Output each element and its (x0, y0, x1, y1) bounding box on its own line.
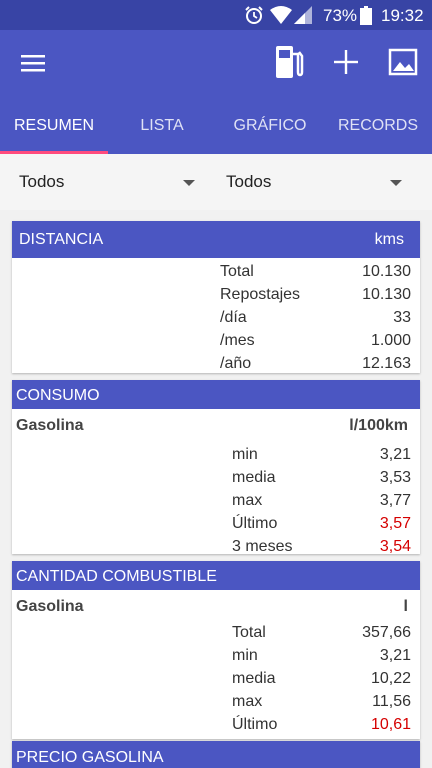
period-filter-value: Todos (226, 172, 272, 191)
card-title: DISTANCIA (19, 231, 104, 248)
stat-label: media (232, 469, 276, 486)
stat-row: /día 33 (12, 307, 420, 330)
signal-icon (294, 6, 312, 24)
stat-label: media (232, 670, 276, 687)
stat-label: Total (232, 624, 266, 641)
stat-label: /mes (220, 332, 255, 349)
stat-row: Repostajes 10.130 (12, 284, 420, 307)
filter-bar: Todos Todos (0, 154, 432, 210)
stat-value: 3,57 (379, 515, 411, 532)
stat-row: max 3,77 (12, 490, 420, 513)
stat-label: /día (220, 309, 247, 326)
add-icon[interactable] (332, 48, 360, 76)
card-unit: kms (374, 231, 404, 248)
period-filter-dropdown[interactable]: Todos (226, 154, 406, 210)
fuel-quantity-card: CANTIDAD COMBUSTIBLE Gasolina l Total 357… (12, 561, 420, 739)
stat-value: 12.163 (362, 355, 411, 372)
fuel-price-card: PRECIO GASOLINA (12, 741, 420, 768)
stat-row: /año 12.163 (12, 353, 420, 376)
image-icon[interactable] (388, 47, 418, 77)
battery-icon (360, 6, 372, 25)
consumption-card: CONSUMO Gasolina l/100km min 3,21 media 3,… (12, 380, 420, 555)
alarm-icon (245, 6, 263, 24)
clock: 19:32 (381, 6, 424, 25)
vehicle-filter-value: Todos (19, 172, 65, 191)
stat-row: Total 357,66 (12, 622, 420, 645)
card-title: PRECIO GASOLINA (16, 749, 164, 766)
stat-row: Total 10.130 (12, 261, 420, 284)
tab-bar: RESUMEN LISTA GRÁFICO RECORDS (0, 106, 432, 154)
dropdown-arrow-icon (390, 180, 402, 186)
stat-value: 11,56 (372, 693, 411, 710)
fuel-type-row: Gasolina l (12, 590, 420, 620)
tab-records[interactable]: RECORDS (324, 106, 432, 154)
card-title: CANTIDAD COMBUSTIBLE (16, 568, 217, 585)
stat-row: 3 meses 3,54 (12, 536, 420, 559)
stat-value: 357,66 (362, 624, 411, 641)
stat-value: 10,22 (370, 670, 411, 687)
stat-value: 3,21 (379, 647, 411, 664)
fuel-type-label: Gasolina (16, 598, 84, 615)
stat-row: Último 3,57 (12, 513, 420, 536)
card-title: CONSUMO (16, 387, 100, 404)
stat-row: max 11,56 (12, 691, 420, 714)
distance-card: DISTANCIA kms Total 10.130 Repostajes 10.1… (12, 221, 420, 373)
stat-value: 1.000 (370, 332, 411, 349)
stat-label: Último (232, 716, 278, 733)
stat-value: 10.130 (362, 263, 411, 280)
card-header: DISTANCIA kms (12, 221, 420, 258)
app-bar: RESUMEN LISTA GRÁFICO RECORDS (0, 30, 432, 154)
menu-icon[interactable] (20, 50, 46, 76)
fuel-unit-label: l (403, 598, 408, 615)
stat-value: 10,61 (370, 716, 411, 733)
stat-value: 3,53 (379, 469, 411, 486)
stat-row: min 3,21 (12, 645, 420, 668)
fuel-unit-label: l/100km (349, 417, 408, 434)
fuel-type-row: Gasolina l/100km (12, 409, 420, 439)
stat-label: Último (232, 515, 278, 532)
card-header: CANTIDAD COMBUSTIBLE (12, 561, 420, 590)
stat-value: 3,54 (379, 538, 411, 555)
stat-label: Repostajes (220, 286, 301, 303)
stat-row: media 10,22 (12, 668, 420, 691)
wifi-icon (270, 6, 292, 24)
dropdown-arrow-icon (183, 180, 195, 186)
stat-row: media 3,53 (12, 467, 420, 490)
fuel-pump-icon[interactable] (274, 44, 304, 80)
stat-label: /año (220, 355, 252, 372)
stat-label: Total (220, 263, 254, 280)
status-bar: 73% 19:32 (0, 0, 432, 30)
stat-label: max (232, 693, 263, 710)
card-header: CONSUMO (12, 380, 420, 409)
stat-label: 3 meses (232, 538, 293, 555)
stat-label: max (232, 492, 263, 509)
fuel-type-label: Gasolina (16, 417, 84, 434)
vehicle-filter-dropdown[interactable]: Todos (19, 154, 199, 210)
stat-value: 3,21 (379, 446, 411, 463)
stat-row: min 3,21 (12, 444, 420, 467)
card-header: PRECIO GASOLINA (12, 741, 420, 768)
stat-value: 3,77 (379, 492, 411, 509)
battery-percentage: 73% (323, 6, 358, 25)
stat-row: Último 10,61 (12, 714, 420, 737)
tab-resumen[interactable]: RESUMEN (0, 106, 108, 154)
stat-value: 10.130 (362, 286, 411, 303)
tab-grafico[interactable]: GRÁFICO (216, 106, 324, 154)
stat-label: min (232, 446, 258, 463)
stat-value: 33 (393, 309, 411, 326)
tab-lista[interactable]: LISTA (108, 106, 216, 154)
stat-row: /mes 1.000 (12, 330, 420, 353)
stat-label: min (232, 647, 258, 664)
